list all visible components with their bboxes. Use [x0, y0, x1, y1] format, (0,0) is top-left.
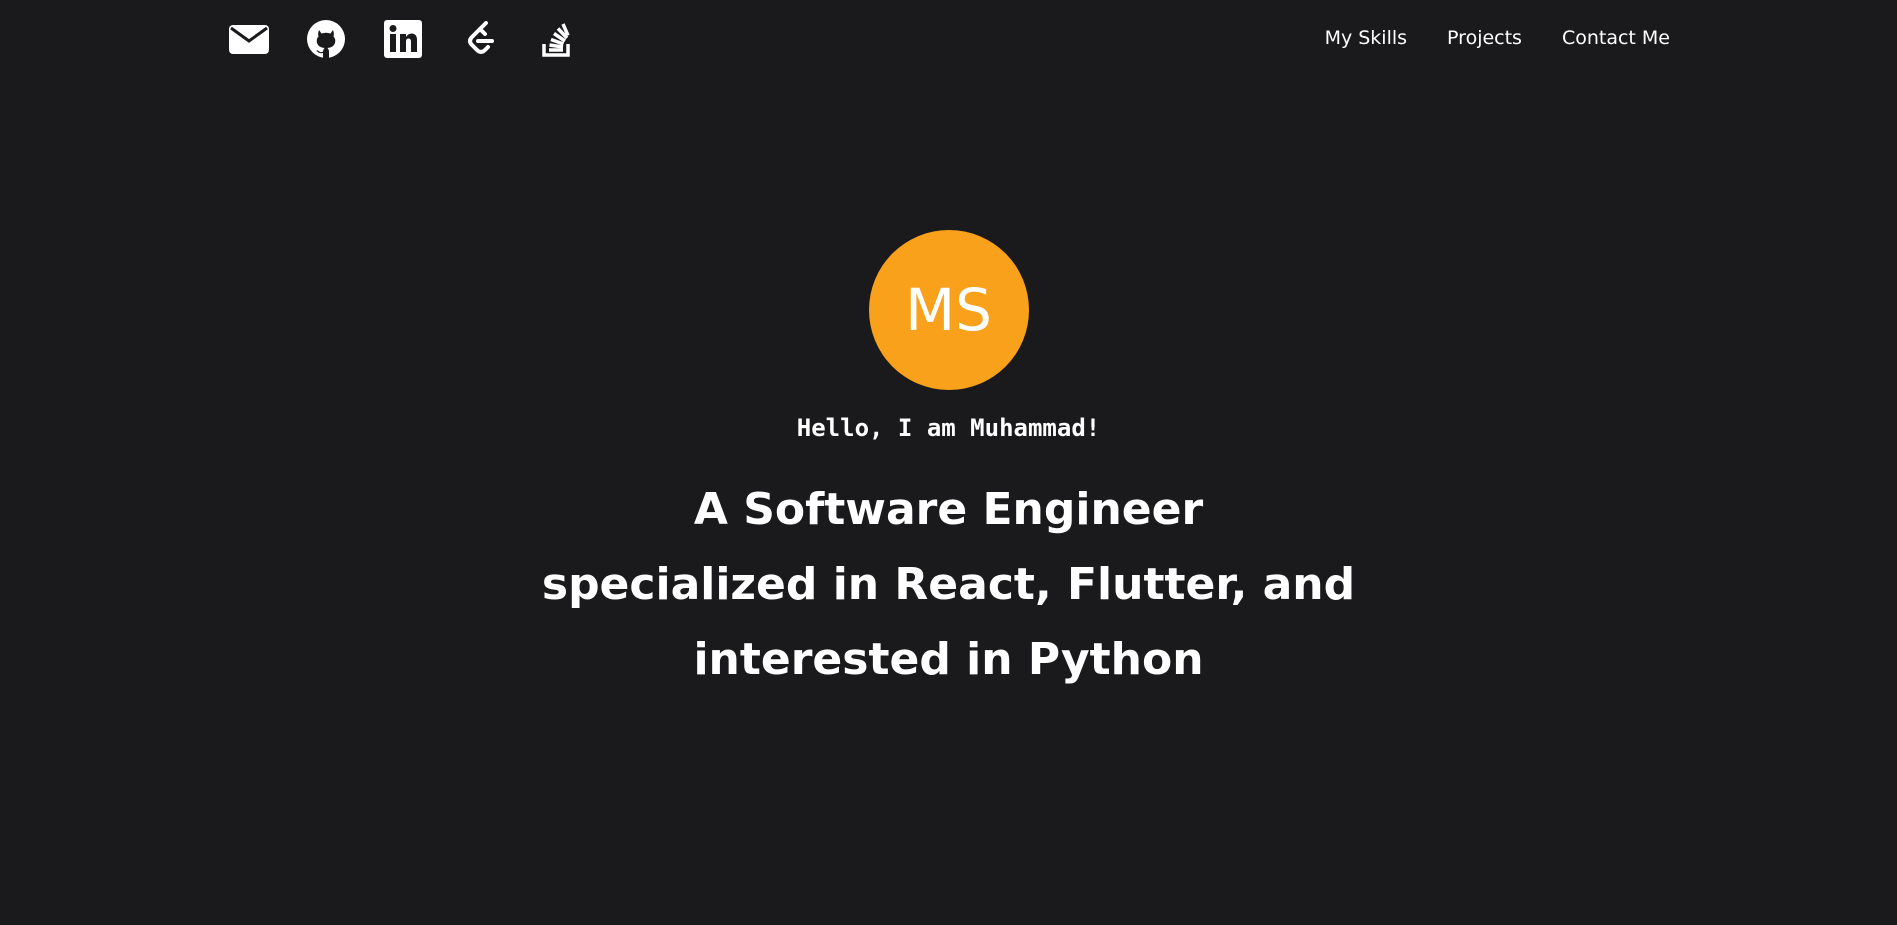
top-navigation-bar: My Skills Projects Contact Me [0, 0, 1897, 82]
avatar: MS [868, 230, 1029, 390]
social-links [228, 18, 613, 60]
nav-my-skills[interactable]: My Skills [1325, 27, 1407, 49]
linkedin-icon [384, 20, 422, 58]
headline: A Software Engineer specialized in React… [0, 472, 1897, 697]
greeting-text: Hello, I am Muhammad! [796, 414, 1101, 442]
stackoverflow-link[interactable] [536, 18, 578, 60]
nav-contact-me[interactable]: Contact Me [1562, 27, 1670, 49]
headline-line: specialized in React, Flutter, and [541, 559, 1356, 610]
portfolio-page: My Skills Projects Contact Me MS Hello, … [0, 0, 1897, 925]
github-icon [307, 20, 345, 58]
leetcode-icon [468, 21, 494, 54]
email-link[interactable] [228, 18, 270, 60]
github-link[interactable] [305, 18, 347, 60]
hero-section: MS Hello, I am Muhammad! A Software Engi… [0, 230, 1897, 697]
headline-line: interested in Python [693, 634, 1204, 685]
main-nav: My Skills Projects Contact Me [1285, 27, 1670, 49]
envelope-icon [229, 25, 269, 54]
nav-projects[interactable]: Projects [1447, 27, 1522, 49]
stackoverflow-icon [542, 23, 570, 57]
linkedin-link[interactable] [382, 18, 424, 60]
headline-line: A Software Engineer [693, 484, 1204, 535]
leetcode-link[interactable] [459, 18, 501, 60]
